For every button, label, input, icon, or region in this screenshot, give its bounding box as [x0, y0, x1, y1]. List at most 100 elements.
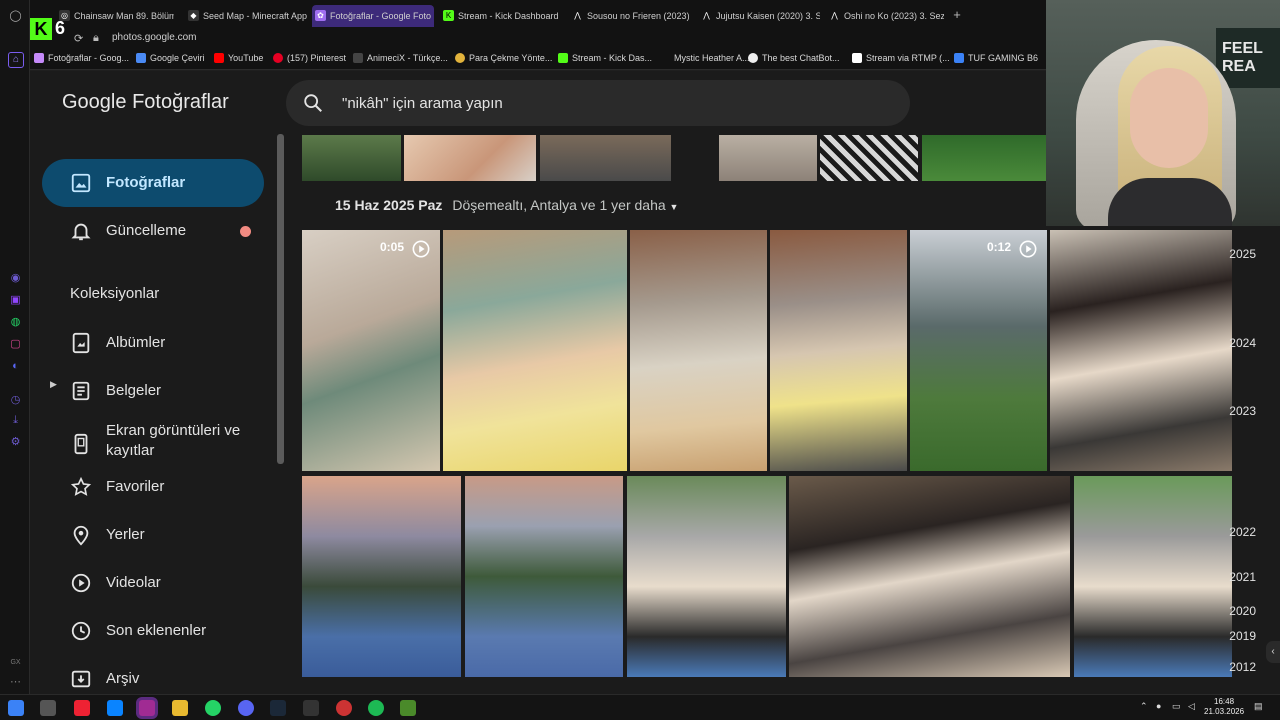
sidebar-item-photos[interactable]: Fotoğraflar [42, 159, 264, 207]
reload-icon[interactable]: ⟳ [74, 32, 83, 45]
photo-thumbnail[interactable] [789, 476, 1070, 677]
video-thumbnail[interactable]: 0:12 [910, 230, 1047, 471]
sidebar-item-favorites[interactable]: Favoriler [42, 463, 264, 511]
more-icon[interactable]: ⋯ [9, 676, 22, 689]
minecraft-icon[interactable] [400, 700, 416, 716]
bookmark-label: Stream - Kick Das... [572, 53, 653, 63]
year-timeline[interactable]: 2025 2024 2023 2022 2021 2020 2019 2012 [1220, 241, 1260, 691]
downloads-icon[interactable]: ⤓ [9, 414, 22, 427]
photo-thumbnail[interactable] [1074, 476, 1232, 677]
store-icon[interactable] [74, 700, 90, 716]
bookmark-animecix[interactable]: AnimeciX - Türkçe... [353, 52, 448, 65]
discord-icon[interactable]: ◐ [9, 360, 22, 373]
opera-gx-icon[interactable] [139, 700, 155, 716]
windows-start-icon[interactable] [8, 700, 24, 716]
sidebar-scrollbar[interactable] [277, 134, 284, 464]
gx-icon[interactable]: GX [9, 656, 22, 669]
year-marker[interactable]: 2021 [1229, 570, 1256, 584]
sidebar-item-recent[interactable]: Son eklenenler [42, 607, 264, 655]
year-marker[interactable]: 2020 [1229, 604, 1256, 618]
steam-icon[interactable] [270, 700, 286, 716]
settings-icon[interactable]: ⚙ [9, 436, 22, 449]
clock-icon [71, 621, 91, 641]
home-icon[interactable]: ⌂ [8, 52, 24, 68]
year-marker[interactable]: 2012 [1229, 660, 1256, 674]
bookmark-chatbot[interactable]: The best ChatBot... [748, 52, 840, 65]
photo-thumbnail[interactable] [1050, 230, 1232, 471]
photo-thumbnail[interactable] [922, 135, 1046, 181]
date-label[interactable]: 15 Haz 2025 Paz [335, 197, 442, 213]
year-marker[interactable]: 2023 [1229, 404, 1256, 418]
caret-down-icon[interactable]: ▼ [670, 202, 679, 212]
bookmark-kick[interactable]: Stream - Kick Das... [558, 52, 652, 65]
notification-icon[interactable]: ▤ [1254, 701, 1263, 712]
photo-thumbnail[interactable] [630, 230, 767, 471]
collapse-chevron-icon[interactable]: ‹ [1266, 641, 1280, 663]
opera-logo-icon[interactable]: ◯ [9, 10, 22, 23]
obs-icon[interactable] [336, 700, 352, 716]
star-icon [70, 476, 92, 496]
photo-thumbnail[interactable] [770, 230, 907, 471]
whatsapp-taskbar-icon[interactable] [205, 700, 221, 716]
location-label[interactable]: Döşemealtı, Antalya ve 1 yer daha [452, 197, 665, 213]
tab-google-photos[interactable]: ✿ Fotoğraflar - Google Foto [312, 5, 434, 27]
google-photos-logo[interactable]: Google Fotoğraflar [62, 91, 229, 114]
url-field[interactable]: photos.google.com [112, 32, 197, 43]
kick-logo-icon: K [30, 18, 52, 40]
photo-thumbnail[interactable] [302, 135, 401, 181]
photo-thumbnail[interactable] [443, 230, 627, 471]
photo-thumbnail[interactable] [465, 476, 623, 677]
sidebar-item-albums[interactable]: Albümler [42, 319, 264, 367]
photo-thumbnail[interactable] [302, 476, 461, 677]
bookmark-tuf[interactable]: TUF GAMING B6 [954, 52, 1038, 65]
epic-games-icon[interactable] [303, 700, 319, 716]
volume-icon[interactable]: ◁ [1188, 701, 1195, 712]
tab-seedmap[interactable]: ◆ Seed Map - Minecraft App [185, 5, 307, 27]
video-thumbnail[interactable]: 0:05 [302, 230, 440, 471]
sidebar-item-documents[interactable]: Belgeler [42, 367, 264, 415]
system-clock[interactable]: 16:48 21.03.2026 [1204, 697, 1244, 717]
network-icon[interactable]: ▭ [1172, 701, 1181, 712]
photo-thumbnail[interactable] [404, 135, 536, 181]
sidebar-item-videos[interactable]: Videolar [42, 559, 264, 607]
new-tab-button[interactable]: + [950, 8, 964, 22]
whatsapp-icon[interactable]: ◍ [9, 316, 22, 329]
search-input[interactable]: "nikâh" için arama yapın [342, 95, 503, 112]
edge-icon[interactable] [107, 700, 123, 716]
search-icon[interactable] [302, 92, 324, 114]
tray-chevron-icon[interactable]: ⌃ [1140, 701, 1148, 712]
tab-chainsaw[interactable]: ◎ Chainsaw Man 89. Bölüm [56, 5, 174, 27]
photo-thumbnail[interactable] [540, 135, 671, 181]
tab-kick-dashboard[interactable]: K Stream - Kick Dashboard [440, 5, 562, 27]
tab-jujutsu[interactable]: ⋀ Jujutsu Kaisen (2020) 3. S [698, 5, 820, 27]
history-icon[interactable]: ◷ [9, 394, 22, 407]
search-bar[interactable]: "nikâh" için arama yapın [286, 80, 910, 126]
spotify-icon[interactable] [368, 700, 384, 716]
tab-frieren[interactable]: ⋀ Sousou no Frieren (2023) [569, 5, 691, 27]
bookmark-translate[interactable]: Google Çeviri [136, 52, 205, 65]
bookmark-mystic[interactable]: Mystic Heather A... [660, 52, 750, 65]
sidebar-item-updates[interactable]: Güncelleme [42, 207, 264, 255]
task-view-icon[interactable] [40, 700, 56, 716]
photo-thumbnail[interactable] [719, 135, 817, 181]
bookmark-pinterest[interactable]: (157) Pinterest [273, 52, 346, 65]
ai-icon[interactable]: ◉ [9, 272, 22, 285]
bookmark-rtmp[interactable]: Stream via RTMP (... [852, 52, 950, 65]
discord-taskbar-icon[interactable] [238, 700, 254, 716]
year-marker[interactable]: 2019 [1229, 629, 1256, 643]
bookmark-youtube[interactable]: YouTube [214, 52, 263, 65]
file-explorer-icon[interactable] [172, 700, 188, 716]
twitch-icon[interactable]: ▣ [9, 294, 22, 307]
webcam-overlay: FEEL REA [1046, 0, 1280, 226]
bookmark-para-cekme[interactable]: Para Çekme Yönte... [455, 52, 552, 65]
instagram-icon[interactable]: ▢ [9, 338, 22, 351]
photo-thumbnail[interactable] [627, 476, 786, 677]
tab-oshinoko[interactable]: ⋀ Oshi no Ko (2023) 3. Sezo [826, 5, 944, 27]
year-marker[interactable]: 2025 [1229, 247, 1256, 261]
mic-icon[interactable]: ● [1156, 701, 1161, 711]
bookmark-google-photos[interactable]: Fotoğraflar - Goog... [34, 52, 129, 65]
photo-thumbnail[interactable] [820, 135, 918, 181]
year-marker[interactable]: 2022 [1229, 525, 1256, 539]
sidebar-item-places[interactable]: Yerler [42, 511, 264, 559]
year-marker[interactable]: 2024 [1229, 336, 1256, 350]
